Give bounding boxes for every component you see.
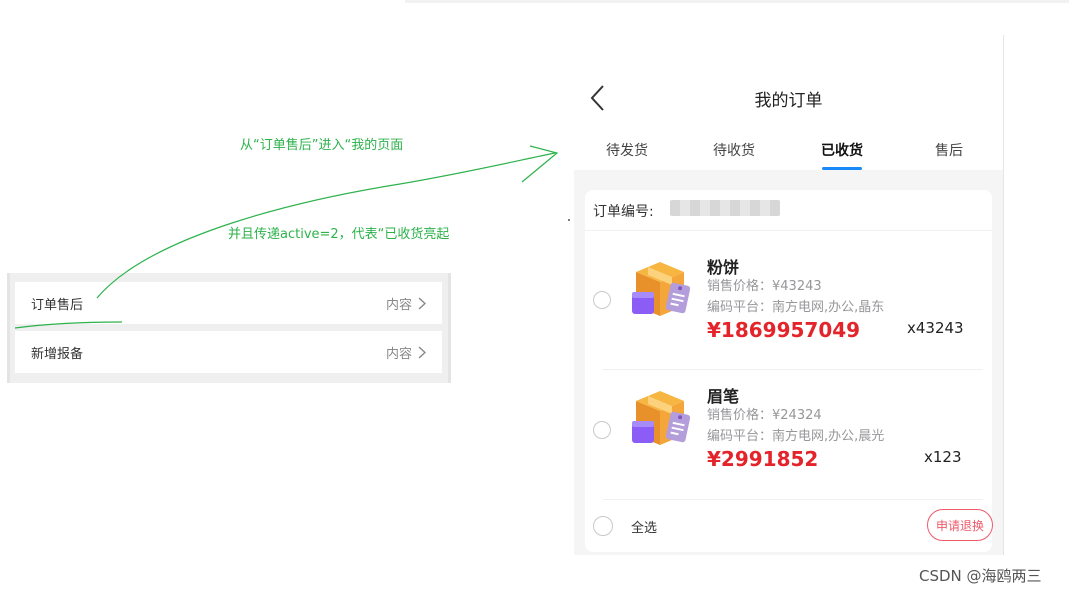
tab-bar: 待发货 待收货 已收货 售后 <box>574 134 1003 170</box>
page-title: 我的订单 <box>754 91 823 111</box>
package-icon <box>632 391 691 445</box>
tab-pending-shipment[interactable]: 待发货 <box>606 140 648 160</box>
divider <box>603 499 983 500</box>
tab-received[interactable]: 已收货 <box>821 140 863 160</box>
product-price: ¥2991852 <box>707 447 819 471</box>
divider <box>603 369 983 370</box>
phone-screen: 我的订单 待发货 待收货 已收货 售后 订单编号: 粉饼 销售价格：¥43243… <box>574 62 1003 555</box>
order-number-label: 订单编号: <box>593 204 654 220</box>
package-icon <box>632 262 691 316</box>
annotation-text-1: 从“订单售后”进入“我的页面 <box>240 138 404 153</box>
product-platform: 编码平台：南方电网,办公,晶东 <box>707 300 885 315</box>
apply-refund-button[interactable]: 申请退换 <box>927 509 993 541</box>
product-checkbox[interactable] <box>593 291 611 309</box>
list-item-value: 内容 <box>386 343 426 362</box>
product-price: ¥1869957049 <box>707 318 861 342</box>
product-sale-price: 销售价格：¥43243 <box>707 279 822 294</box>
product-platform: 编码平台：南方电网,办公,晨光 <box>707 429 885 444</box>
product-quantity: x123 <box>924 448 962 466</box>
list-item-label: 新增报备 <box>31 346 84 362</box>
annotation-text-2: 并且传递active=2，代表“已收货亮起 <box>228 227 450 242</box>
left-list: 订单售后 内容 新增报备 内容 <box>7 273 451 383</box>
tab-after-sale[interactable]: 售后 <box>935 140 963 160</box>
nav-bar: 我的订单 待发货 待收货 已收货 售后 <box>574 62 1003 170</box>
active-tab-indicator <box>822 167 862 170</box>
list-item-label: 订单售后 <box>31 297 84 313</box>
chevron-right-icon <box>418 296 426 310</box>
list-item-value: 内容 <box>386 294 426 313</box>
list-item-new-report[interactable]: 新增报备 内容 <box>15 331 442 373</box>
product-quantity: x43243 <box>907 319 964 337</box>
divider <box>585 230 992 231</box>
list-item-order-aftersale[interactable]: 订单售后 内容 <box>15 282 442 324</box>
product-checkbox[interactable] <box>593 421 611 439</box>
tab-pending-receipt[interactable]: 待收货 <box>713 140 755 160</box>
order-number-redacted <box>670 200 780 216</box>
stray-dot <box>568 219 570 221</box>
select-all-label[interactable]: 全选 <box>631 517 657 536</box>
top-strip <box>405 0 1069 3</box>
select-all-checkbox[interactable] <box>593 516 613 536</box>
right-divider <box>1003 35 1004 555</box>
product-sale-price: 销售价格：¥24324 <box>707 408 822 423</box>
order-card: 订单编号: 粉饼 销售价格：¥43243 编码平台：南方电网,办公,晶东 ¥18… <box>585 190 993 552</box>
chevron-right-icon <box>418 345 426 359</box>
watermark: CSDN @海鸥两三 <box>919 567 1042 585</box>
